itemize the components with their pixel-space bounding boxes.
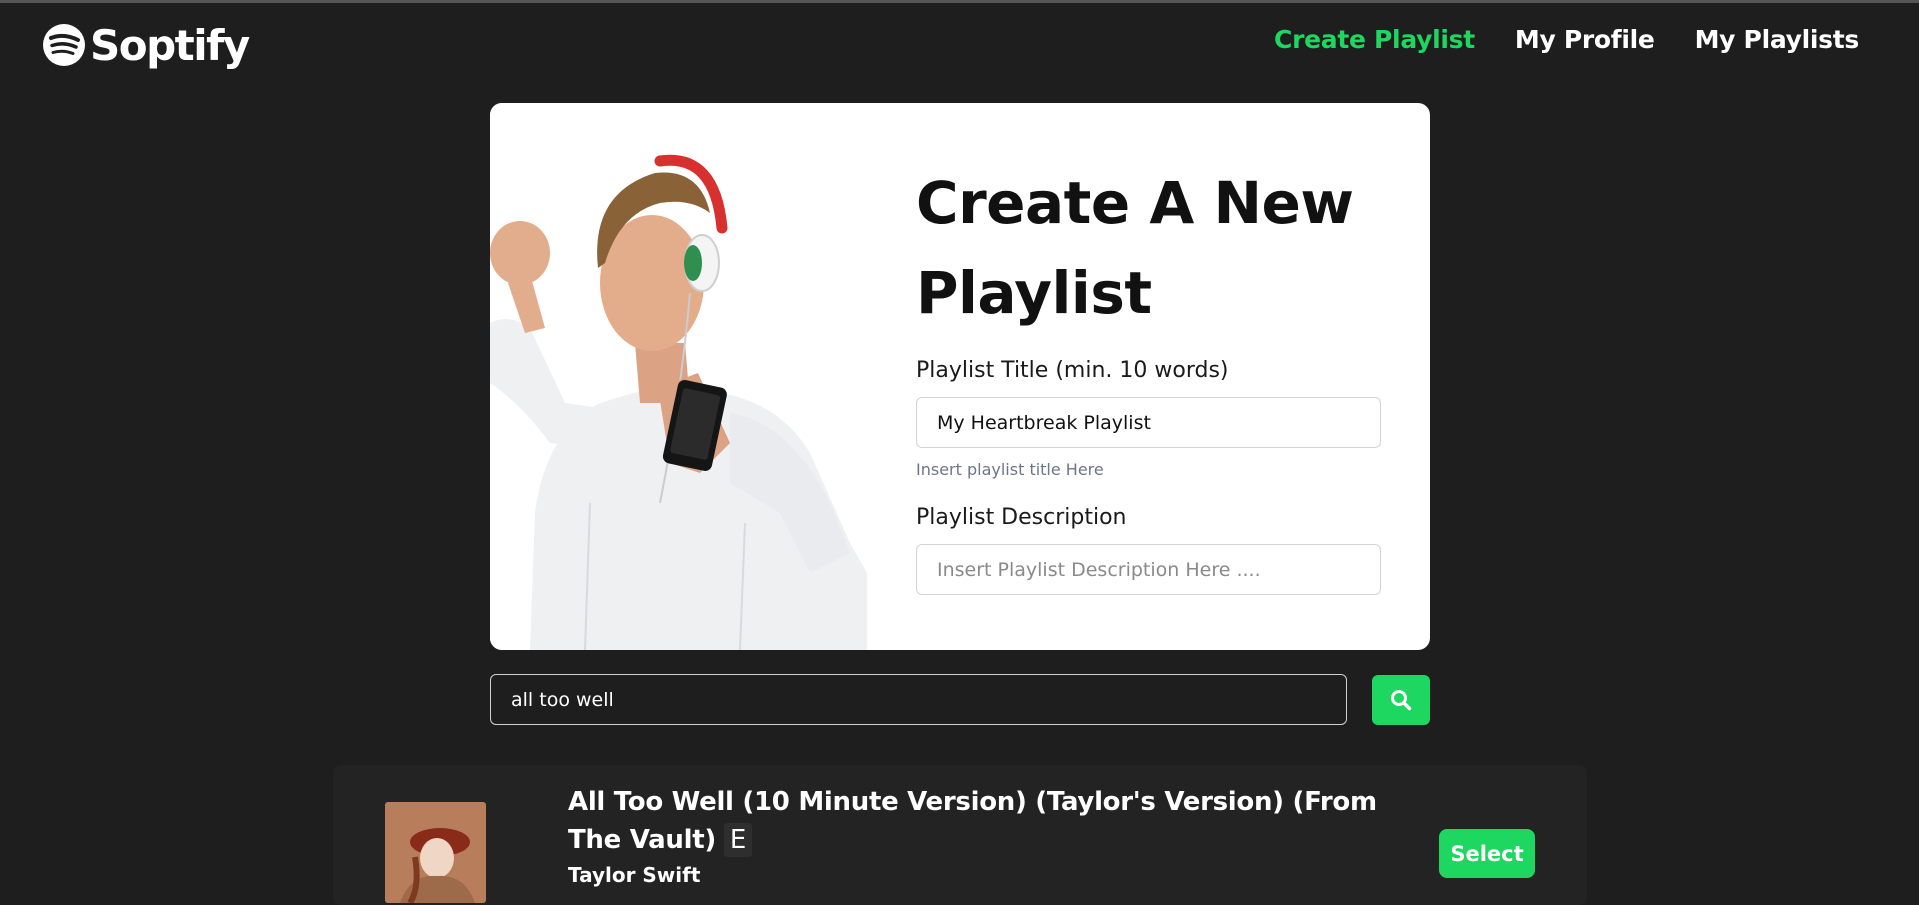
description-field-label: Playlist Description (916, 505, 1127, 530)
explicit-badge: E (723, 823, 753, 857)
track-title: All Too Well (10 Minute Version) (Taylor… (568, 783, 1388, 859)
select-track-button[interactable]: Select (1439, 829, 1535, 878)
nav-create-playlist[interactable]: Create Playlist (1274, 25, 1475, 54)
track-title-text: All Too Well (10 Minute Version) (Taylor… (568, 787, 1377, 855)
track-artist: Taylor Swift (568, 863, 701, 887)
nav-my-playlists[interactable]: My Playlists (1695, 25, 1860, 54)
search-result-row: All Too Well (10 Minute Version) (Taylor… (333, 765, 1587, 905)
album-cover-image (385, 802, 486, 903)
playlist-description-input[interactable] (916, 544, 1381, 595)
playlist-form: Create A New Playlist Playlist Title (mi… (916, 158, 1386, 595)
search-button[interactable] (1372, 675, 1430, 725)
hero-image (490, 103, 867, 650)
nav-my-profile[interactable]: My Profile (1515, 25, 1655, 54)
track-info: All Too Well (10 Minute Version) (Taylor… (568, 783, 1388, 887)
form-title: Create A New Playlist (916, 169, 1354, 327)
song-search-input[interactable] (490, 674, 1347, 725)
title-field-hint: Insert playlist title Here (916, 460, 1104, 479)
nav-links: Create Playlist My Profile My Playlists (1274, 25, 1859, 54)
create-playlist-card: Create A New Playlist Playlist Title (mi… (490, 103, 1430, 650)
spotify-logo-icon (43, 24, 85, 66)
search-icon (1391, 690, 1412, 711)
brand-logo[interactable]: Soptify (42, 17, 250, 73)
brand-name: Soptify (90, 20, 250, 70)
title-field-label: Playlist Title (min. 10 words) (916, 358, 1229, 383)
playlist-title-input[interactable] (916, 397, 1381, 448)
navbar: Soptify Create Playlist My Profile My Pl… (0, 3, 1919, 87)
